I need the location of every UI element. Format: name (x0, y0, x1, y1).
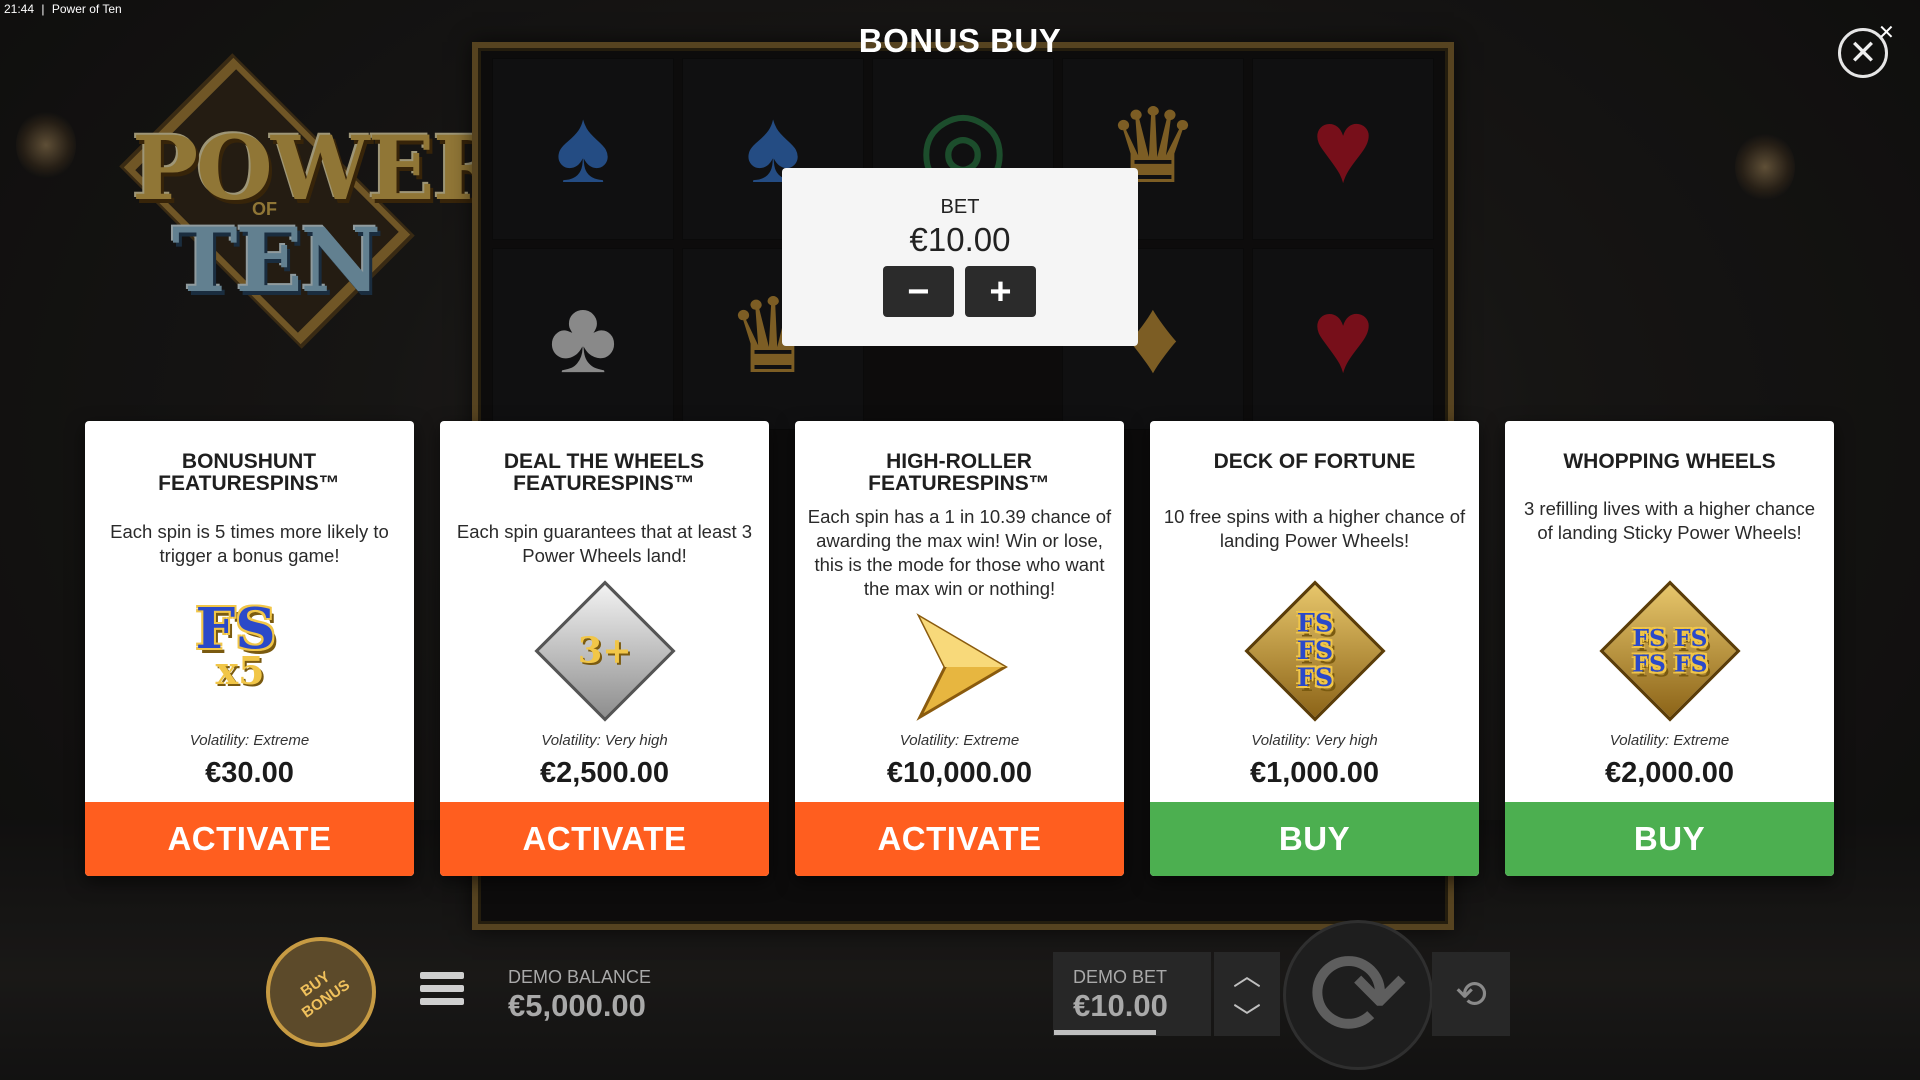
power-wheels-3-icon: 3+ (440, 580, 769, 722)
fs-quad-icon: FS FS FS FS (1505, 580, 1834, 722)
card-title: BONUSHUNT FEATURESPINS™ (158, 450, 340, 495)
demo-bet-label: DEMO BET (1073, 967, 1168, 987)
card-description: Each spin has a 1 in 10.39 chance of awa… (807, 506, 1112, 599)
status-separator: | (41, 2, 45, 16)
bet-label: BET (940, 196, 980, 218)
spin-button[interactable]: ⟳ (1283, 920, 1433, 1070)
balance-label: DEMO BALANCE (508, 967, 652, 987)
demo-bet-value: €10.00 (1073, 988, 1168, 1023)
card-description: 3 refilling lives with a higher chance o… (1523, 498, 1815, 543)
card-price: €1,000.00 (1249, 757, 1379, 789)
spin-icon: ⟳ (1307, 928, 1409, 1062)
fs-triple-icon: FS FS FS (1150, 580, 1479, 722)
menu-icon[interactable] (420, 972, 464, 1011)
card-price: €30.00 (205, 757, 294, 789)
card-volatility: Volatility: Extreme (1609, 732, 1730, 749)
card-volatility: Volatility: Very high (1251, 732, 1378, 749)
activate-button[interactable]: ACTIVATE (85, 802, 414, 876)
bet-down-arrow-icon[interactable]: ﹀ (1233, 996, 1261, 1036)
autoplay-icon: ⟲ (1455, 973, 1487, 1016)
buy-bonus-label: BUY BONUS (297, 968, 353, 1022)
close-icon: ✕ (1848, 34, 1878, 72)
status-time: 21:44 (4, 2, 35, 16)
bet-increase-button[interactable]: + (965, 266, 1036, 317)
balance-value: €5,000.00 (508, 988, 646, 1023)
card-description: Each spin guarantees that at least 3 Pow… (456, 521, 753, 566)
card-title: DECK OF FORTUNE (1213, 450, 1416, 473)
card-description: Each spin is 5 times more likely to trig… (110, 521, 389, 566)
bonus-card-bonushunt: BONUSHUNT FEATURESPINS™ Each spin is 5 t… (85, 421, 414, 876)
card-title: WHOPPING WHEELS (1563, 450, 1776, 473)
bet-decrease-button[interactable]: − (883, 266, 954, 317)
gold-arrow-svg (915, 613, 1008, 721)
activate-button[interactable]: ACTIVATE (795, 802, 1124, 876)
wheels-count-text: 3+ (577, 630, 632, 672)
buy-bonus-button[interactable]: BUY BONUS (266, 937, 376, 1047)
bonus-card-high-roller: HIGH-ROLLER FEATURESPINS™ Each spin has … (795, 421, 1124, 876)
bet-value: €10.00 (909, 221, 1011, 258)
card-volatility: Volatility: Very high (541, 732, 668, 749)
activate-button[interactable]: ACTIVATE (440, 802, 769, 876)
close-small-icon[interactable]: ✕ (1878, 20, 1895, 45)
card-description: 10 free spins with a higher chance of la… (1163, 506, 1466, 551)
autoplay-button[interactable]: ⟲ (1432, 952, 1510, 1036)
fs-quad-text: FS FS FS FS (1631, 623, 1708, 678)
card-price: €10,000.00 (886, 757, 1033, 789)
bonus-card-deal-the-wheels: DEAL THE WHEELS FEATURESPINS™ Each spin … (440, 421, 769, 876)
bet-panel: BET €10.00 − + (782, 168, 1138, 346)
card-price: €2,000.00 (1604, 757, 1734, 789)
card-price: €2,500.00 (539, 757, 669, 789)
card-volatility: Volatility: Extreme (899, 732, 1020, 749)
fs-icon-multiplier: x5 (215, 648, 265, 693)
status-app-name: Power of Ten (51, 2, 122, 16)
bonus-card-deck-of-fortune: DECK OF FORTUNE 10 free spins with a hig… (1150, 421, 1479, 876)
fs-triple-text: FS FS FS (1296, 609, 1333, 693)
bet-up-arrow-icon[interactable]: ︿ (1233, 954, 1261, 994)
buy-button[interactable]: BUY (1150, 802, 1479, 876)
bonus-card-whopping-wheels: WHOPPING WHEELS 3 refilling lives with a… (1505, 421, 1834, 876)
card-title: HIGH-ROLLER FEATURESPINS™ (868, 450, 1050, 495)
buy-button[interactable]: BUY (1505, 802, 1834, 876)
status-bar: 21:44 | Power of Ten (4, 2, 126, 16)
card-title: DEAL THE WHEELS FEATURESPINS™ (503, 450, 705, 495)
gold-arrow-icon (795, 607, 1124, 727)
page-title: BONUS BUY (858, 22, 1062, 59)
fs-x5-icon: FS x5 (85, 591, 414, 711)
demo-bet-underline (1054, 1030, 1156, 1035)
card-volatility: Volatility: Extreme (189, 732, 310, 749)
